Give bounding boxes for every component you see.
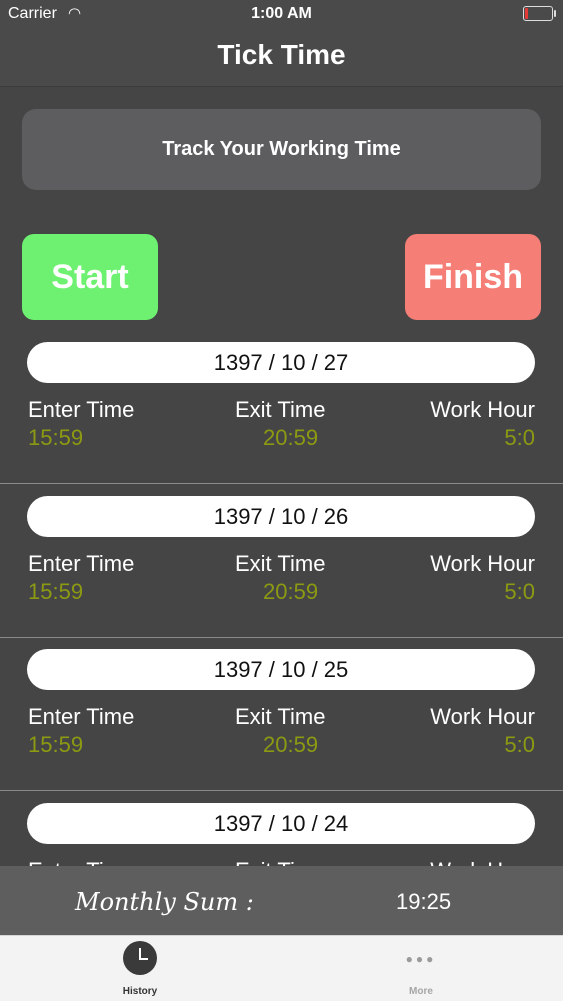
enter-time-label: Enter Time (28, 551, 135, 576)
enter-time-value: 15:59 (28, 732, 84, 757)
list-item[interactable]: 1397 / 10 / 24 Enter Time Exit Time Work… (0, 791, 563, 866)
history-list[interactable]: 1397 / 10 / 27 Enter Time Exit Time Work… (0, 330, 563, 866)
exit-time-label: Exit Time (235, 858, 325, 866)
monthly-sum-value: 19:25 (396, 889, 452, 914)
date-pill: 1397 / 10 / 25 (27, 649, 535, 690)
status-time: 1:00 AM (251, 5, 312, 22)
enter-time-value: 15:59 (28, 579, 84, 604)
tab-bar: History ●●● More (0, 935, 563, 1001)
enter-time-label: Enter Time (28, 704, 135, 729)
finish-button[interactable]: Finish (405, 234, 541, 320)
battery-icon (523, 6, 556, 21)
enter-time-label: Enter Time (28, 397, 135, 422)
tab-more-label: More (409, 986, 433, 997)
list-item[interactable]: 1397 / 10 / 25 Enter Time Exit Time Work… (0, 637, 563, 791)
enter-time-value: 15:59 (28, 425, 84, 450)
tab-history-label: History (122, 986, 158, 997)
work-hour-value: 5:0 (504, 732, 535, 757)
monthly-sum-label: Monthly Sum : (75, 888, 254, 916)
page-title: Tick Time (217, 39, 346, 70)
work-hour-label: Work Hour (430, 551, 535, 576)
tab-history[interactable]: History (80, 936, 200, 1001)
tab-more[interactable]: ●●● More (361, 936, 481, 1001)
exit-time-label: Exit Time (235, 551, 326, 576)
date-pill: 1397 / 10 / 27 (27, 342, 535, 383)
clock-icon (123, 941, 157, 975)
exit-time-label: Exit Time (235, 397, 326, 422)
monthly-sum-bar: Monthly Sum : 19:25 (0, 866, 563, 935)
status-bar: Carrier ◠ 1:00 AM (0, 0, 563, 30)
nav-bar: Tick Time (0, 30, 563, 87)
start-button[interactable]: Start (22, 234, 158, 320)
more-dots-icon: ●●● (405, 952, 437, 966)
battery-level (525, 8, 529, 19)
list-item[interactable]: 1397 / 10 / 26 Enter Time Exit Time Work… (0, 484, 563, 638)
track-banner: Track Your Working Time (22, 109, 541, 190)
work-hour-label: Work Hour (430, 858, 535, 866)
enter-time-label: Enter Time (28, 858, 134, 866)
date-pill: 1397 / 10 / 26 (27, 496, 535, 537)
work-hour-value: 5:0 (504, 579, 535, 604)
work-hour-value: 5:0 (504, 425, 535, 450)
exit-time-value: 20:59 (263, 425, 319, 450)
list-item[interactable]: 1397 / 10 / 27 Enter Time Exit Time Work… (0, 330, 563, 484)
track-label: Track Your Working Time (162, 138, 401, 160)
exit-time-label: Exit Time (235, 704, 326, 729)
date-pill: 1397 / 10 / 24 (27, 803, 535, 844)
exit-time-value: 20:59 (263, 579, 319, 604)
work-hour-label: Work Hour (430, 704, 535, 729)
exit-time-value: 20:59 (263, 732, 319, 757)
work-hour-label: Work Hour (430, 397, 535, 422)
